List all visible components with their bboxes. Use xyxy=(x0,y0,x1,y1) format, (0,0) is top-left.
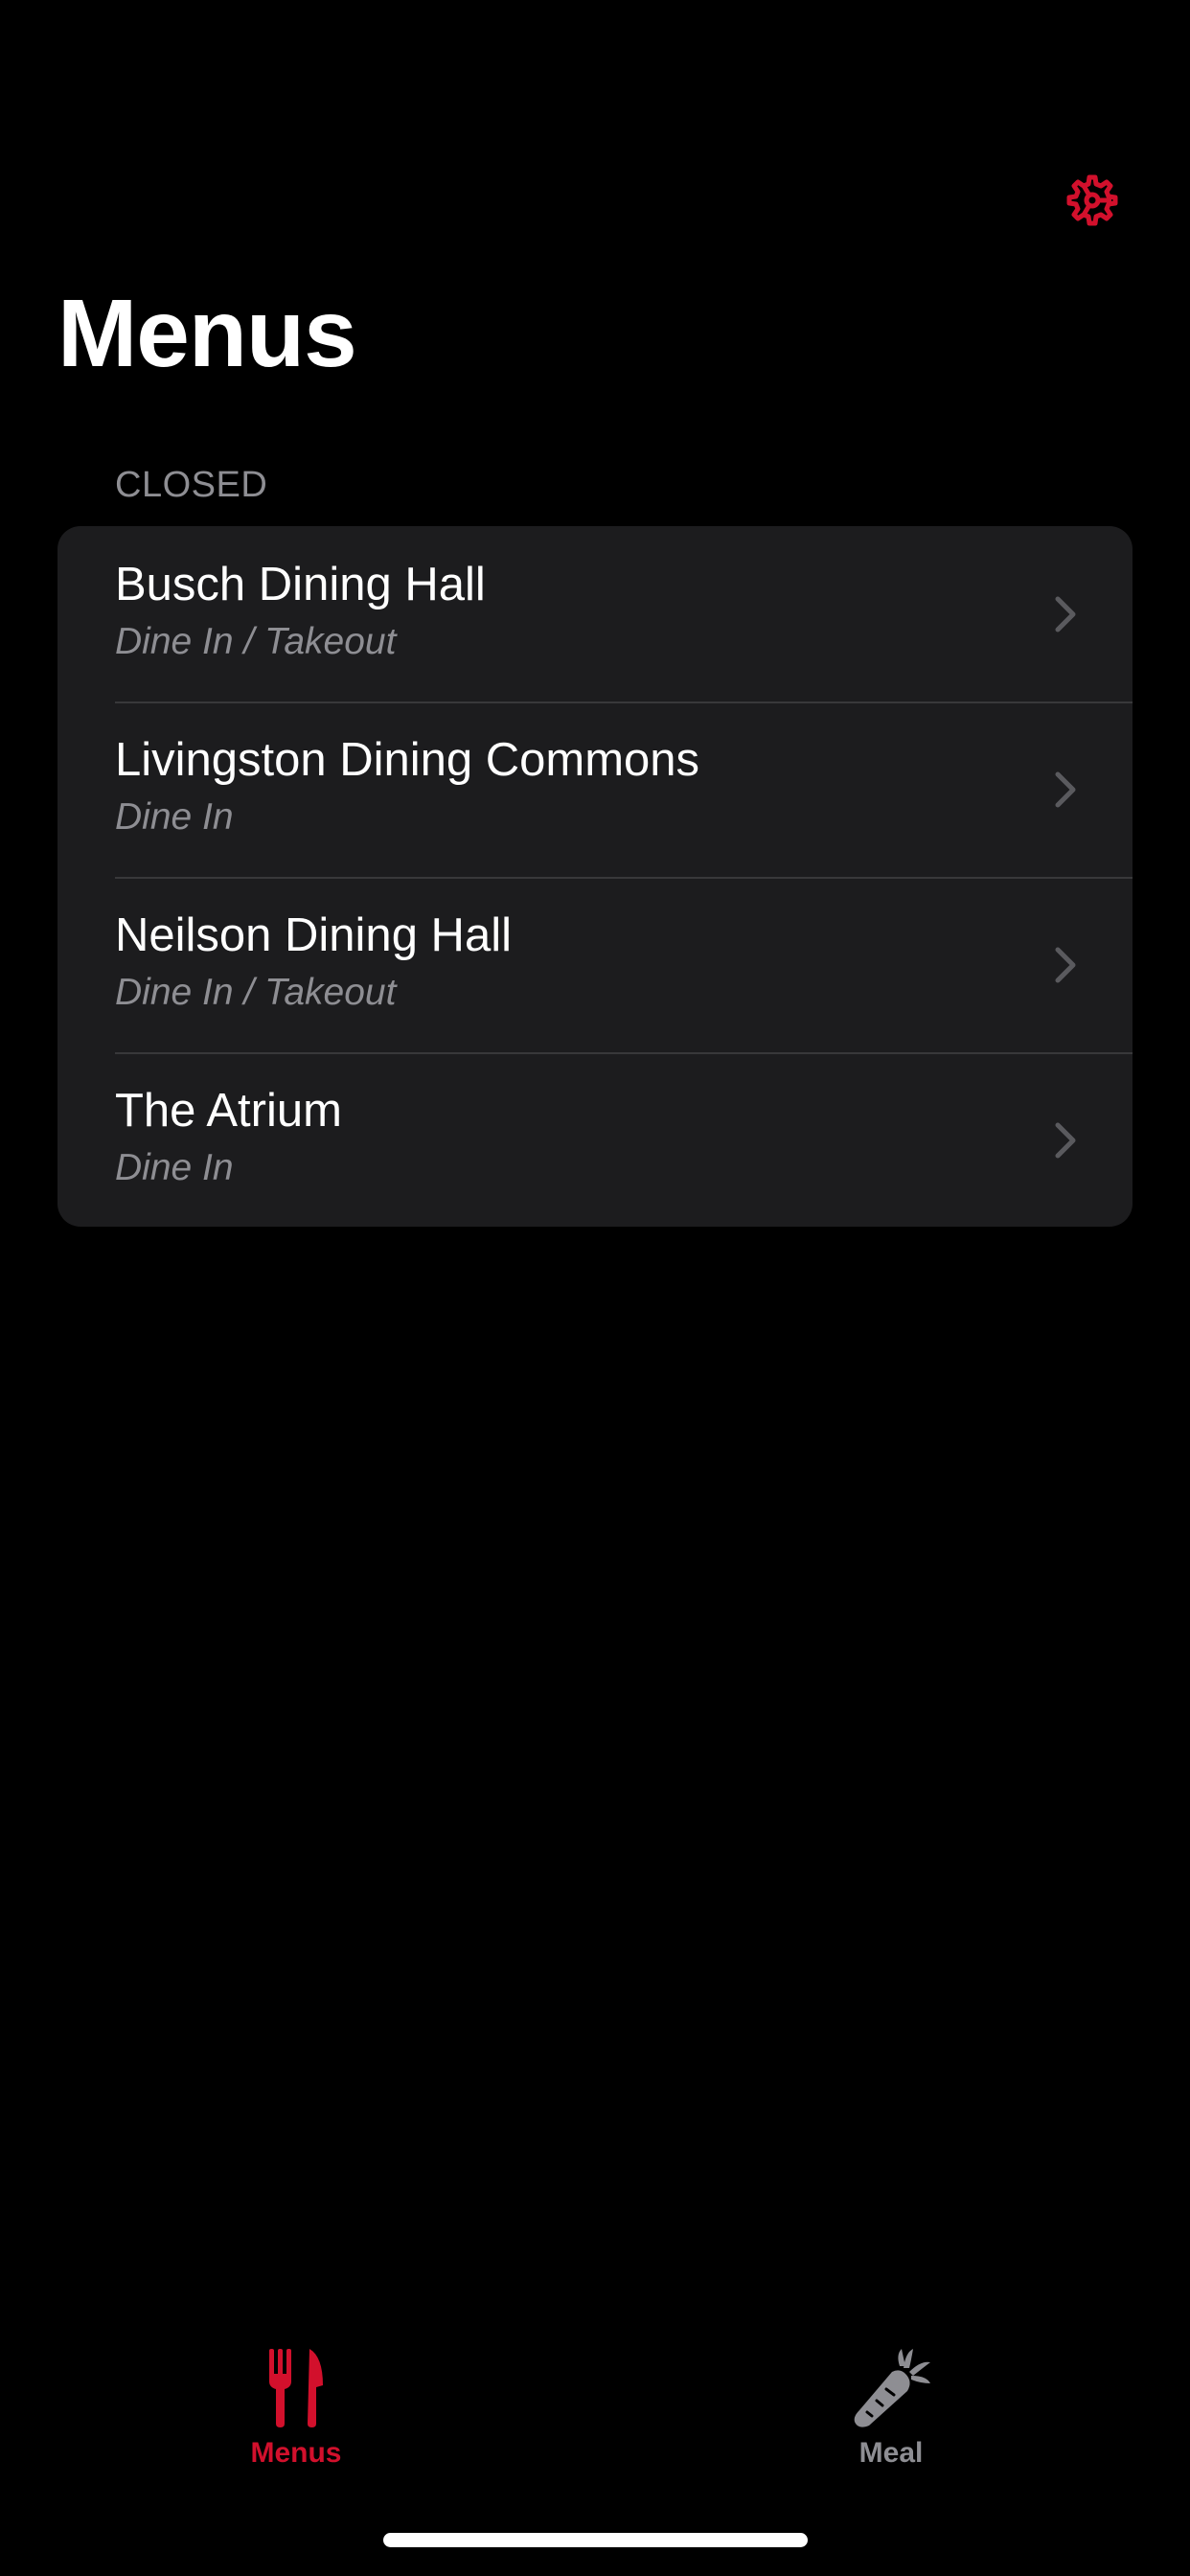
tab-meal-label: Meal xyxy=(858,2437,924,2469)
dining-hall-row-atrium[interactable]: The Atrium Dine In xyxy=(57,1052,1133,1227)
settings-button[interactable] xyxy=(1054,164,1131,241)
page-title: Menus xyxy=(57,280,357,387)
home-indicator[interactable] xyxy=(383,2533,808,2547)
chevron-right-icon xyxy=(1044,1119,1087,1162)
tab-menus[interactable]: Menus xyxy=(200,2342,392,2486)
dining-hall-name: Busch Dining Hall xyxy=(115,559,486,610)
tab-meal[interactable]: Meal xyxy=(795,2342,987,2486)
dining-hall-list: Busch Dining Hall Dine In / Takeout Livi… xyxy=(57,526,1133,1227)
dining-hall-name: Livingston Dining Commons xyxy=(115,734,700,786)
tab-menus-label: Menus xyxy=(250,2437,342,2469)
fork-knife-icon xyxy=(250,2342,342,2434)
chevron-right-icon xyxy=(1044,944,1087,986)
dining-hall-service: Dine In xyxy=(115,1147,234,1188)
dining-hall-service: Dine In / Takeout xyxy=(115,972,397,1013)
dining-hall-row-busch[interactable]: Busch Dining Hall Dine In / Takeout xyxy=(57,526,1133,702)
section-header-closed: CLOSED xyxy=(115,465,268,505)
dining-hall-name: The Atrium xyxy=(115,1085,342,1137)
dining-hall-service: Dine In xyxy=(115,796,234,838)
chevron-right-icon xyxy=(1044,593,1087,635)
dining-hall-service: Dine In / Takeout xyxy=(115,621,397,662)
gear-icon xyxy=(1058,166,1127,240)
dining-hall-name: Neilson Dining Hall xyxy=(115,909,512,961)
carrot-icon xyxy=(845,2342,937,2434)
dining-hall-row-neilson[interactable]: Neilson Dining Hall Dine In / Takeout xyxy=(57,877,1133,1052)
chevron-right-icon xyxy=(1044,769,1087,811)
dining-hall-row-livingston[interactable]: Livingston Dining Commons Dine In xyxy=(57,702,1133,877)
